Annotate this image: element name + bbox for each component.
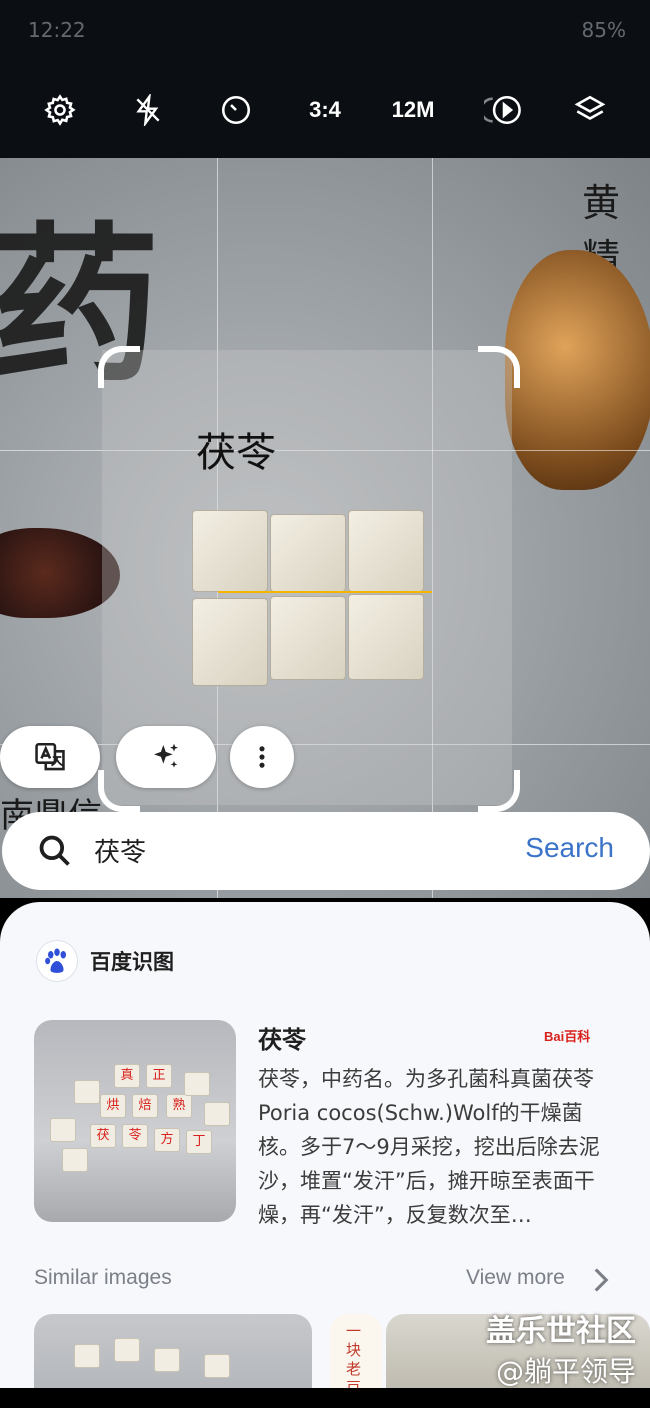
thumb-cube	[74, 1344, 100, 1368]
baidu-paw-icon	[45, 948, 66, 973]
camera-viewfinder[interactable]: 药 黄精 南鼎信 茯苓	[0, 158, 650, 898]
thumb-cube-label: 方	[154, 1128, 180, 1152]
similar-image-text: 一块老豆	[346, 1322, 362, 1388]
thumb-cube-label: 真	[114, 1064, 140, 1088]
layers-icon	[574, 95, 606, 120]
status-time: 12:22	[28, 18, 86, 42]
poria-cube	[348, 510, 424, 592]
sparkle-icon	[154, 743, 178, 768]
status-bar: 12:22 85%	[0, 0, 650, 60]
motion-photo-button[interactable]	[476, 82, 532, 138]
chevron-right-icon[interactable]	[590, 1266, 612, 1294]
thumb-cube	[204, 1102, 230, 1126]
thumb-cube	[154, 1348, 180, 1372]
layers-button[interactable]	[562, 82, 618, 138]
translate-icon	[35, 742, 65, 771]
selection-corner-handle[interactable]	[478, 770, 520, 812]
thumb-cube	[204, 1354, 230, 1378]
ai-assist-button[interactable]	[116, 726, 216, 788]
resolution-label: 12M	[391, 97, 435, 122]
thumb-cube-label: 熟	[166, 1094, 192, 1118]
similar-image[interactable]	[34, 1314, 312, 1388]
result-title[interactable]: 茯苓	[258, 1020, 306, 1055]
aspect-ratio-label: 3:4	[309, 97, 341, 122]
thumb-cube	[62, 1148, 88, 1172]
object-label: 茯苓	[196, 430, 276, 476]
poria-cube	[192, 598, 268, 686]
result-source-name: 百度识图	[90, 950, 174, 974]
aspect-ratio-button[interactable]: 3:4	[297, 82, 353, 138]
thumb-cube-label: 苓	[122, 1124, 148, 1148]
camera-toolbar: 3:4 12M	[0, 60, 650, 158]
motion-photo-icon	[484, 95, 521, 125]
battery-level: 85%	[581, 18, 626, 42]
thumb-cube-label: 正	[146, 1064, 172, 1088]
settings-button[interactable]	[32, 82, 88, 138]
similar-images-label: Similar images	[34, 1266, 172, 1289]
search-query[interactable]: 茯苓	[94, 832, 146, 869]
baidu-baike-badge: Bai百科	[544, 1029, 591, 1044]
thumb-cube	[74, 1080, 100, 1104]
thumb-cube	[114, 1338, 140, 1362]
view-more-link[interactable]: View more	[466, 1266, 565, 1290]
result-thumbnail[interactable]: 真 正 烘 焙 熟 茯 苓 方 丁	[34, 1020, 236, 1222]
search-icon	[39, 835, 70, 866]
gear-icon	[44, 94, 76, 126]
thumb-cube	[50, 1118, 76, 1142]
thumb-cube-label: 茯	[90, 1124, 116, 1148]
thumb-cube-label: 烘	[100, 1094, 126, 1118]
thumb-cube	[184, 1072, 210, 1096]
timer-icon	[221, 95, 251, 125]
scan-line	[218, 591, 432, 593]
poria-cube	[270, 514, 346, 592]
thumb-cube-label: 丁	[186, 1130, 212, 1154]
baidu-logo	[36, 940, 78, 982]
watermark-author: @躺平领导	[495, 1355, 636, 1388]
search-bar[interactable]: 茯苓 Search	[2, 812, 650, 890]
search-button[interactable]: Search	[525, 832, 614, 864]
more-options-button[interactable]	[230, 726, 294, 788]
timer-button[interactable]	[208, 82, 264, 138]
poria-cube	[192, 510, 268, 592]
similar-image[interactable]: 一块老豆	[330, 1314, 382, 1388]
more-vert-icon	[259, 746, 265, 768]
herb-root-right	[505, 250, 650, 490]
watermark-community: 盖乐世社区	[486, 1314, 636, 1349]
flash-off-icon	[136, 94, 160, 126]
system-nav-bar	[0, 1388, 650, 1408]
poria-cube	[348, 594, 424, 680]
poria-cube	[270, 596, 346, 680]
flash-button[interactable]	[120, 82, 176, 138]
resolution-button[interactable]: 12M	[385, 82, 441, 138]
result-description: 茯苓，中药名。为多孔菌科真菌茯苓Poria cocos(Schw.)Wolf的干…	[258, 1067, 600, 1227]
translate-button[interactable]	[0, 726, 100, 788]
thumb-cube-label: 焙	[132, 1094, 158, 1118]
selection-corner-handle[interactable]	[98, 346, 140, 388]
